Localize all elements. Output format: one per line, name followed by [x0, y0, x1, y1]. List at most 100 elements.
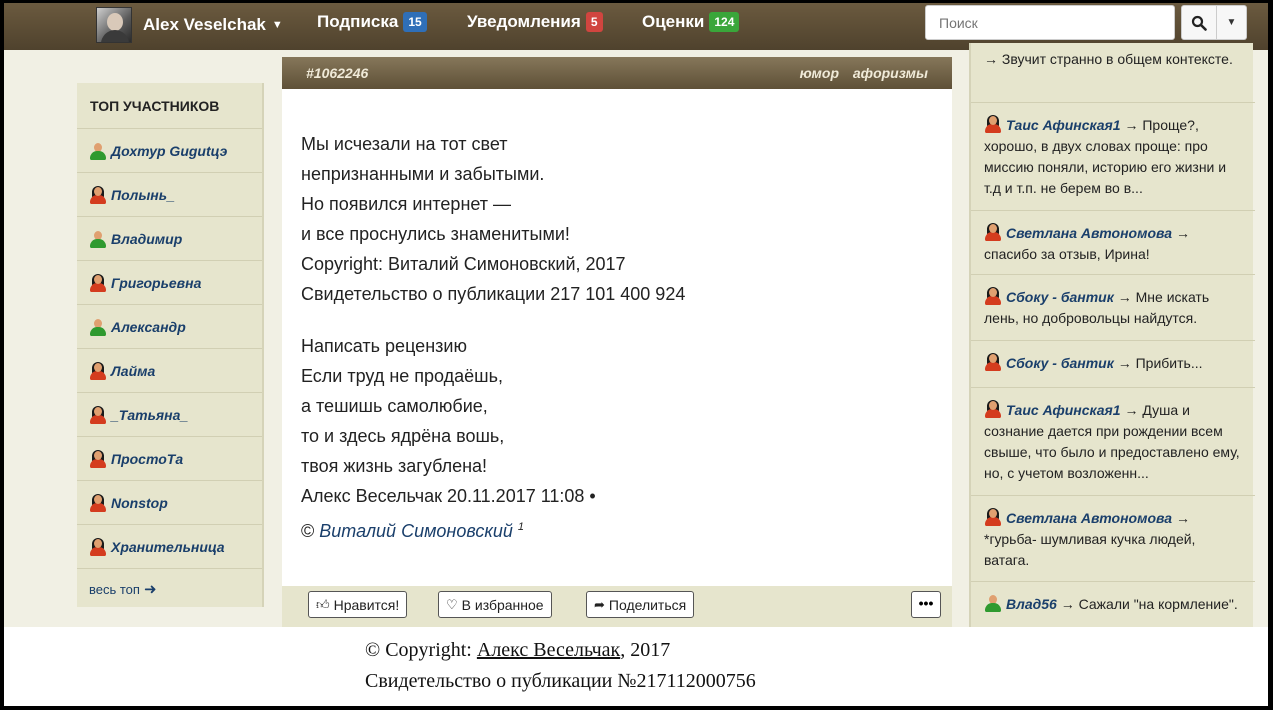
copyright-sign: © — [301, 521, 315, 541]
post-text-line: то и здесь ядрёна вошь, — [301, 426, 505, 446]
user-icon — [89, 405, 107, 424]
caret-down-icon[interactable]: ▼ — [272, 19, 283, 31]
recent-comments-panel: → Звучит странно в общем контексте. Таис … — [969, 43, 1255, 642]
user-icon — [984, 594, 1002, 612]
all-top-label: весь топ — [89, 581, 140, 597]
member-name[interactable]: Хранительница — [111, 539, 225, 555]
top-member-item[interactable]: Хранительница — [77, 525, 262, 569]
post-text-line: Если труд не продаёшь, — [301, 366, 503, 386]
member-name[interactable]: ПростоТа — [111, 451, 183, 467]
user-icon — [89, 537, 107, 556]
arrow-right-icon: ➜ — [143, 581, 157, 598]
post-body: Мы исчезали на тот свет непризнанными и з… — [282, 89, 952, 586]
comment-author[interactable]: Таис Афинская1 — [1006, 117, 1121, 133]
nav-subscription[interactable]: Подписка 15 — [317, 12, 427, 32]
comment-author[interactable]: Влад56 — [1006, 596, 1057, 612]
search-dropdown-button[interactable]: ▼ — [1217, 5, 1247, 40]
all-top-link[interactable]: весь топ ➜ — [77, 569, 262, 609]
user-icon — [984, 287, 1002, 305]
top-members-list: Дохтур Gugutцэ Полынь_ Владимир Григорьевна… — [77, 129, 262, 569]
comment-text[interactable]: → Прибить... — [1118, 355, 1203, 371]
more-button[interactable]: ••• — [911, 591, 941, 618]
search-icon — [1191, 15, 1207, 31]
user-icon — [89, 273, 107, 292]
nav-ratings[interactable]: Оценки 124 — [642, 12, 740, 32]
username[interactable]: Alex Veselchak — [143, 15, 266, 35]
like-label: Нравится! — [333, 596, 400, 613]
comment-item[interactable]: Сбоку - бантик → Мне искать лень, но доб… — [971, 275, 1255, 341]
comment-author[interactable]: Светлана Автономова — [1006, 510, 1172, 526]
top-members-title: ТОП УЧАСТНИКОВ — [77, 83, 262, 129]
copyright-author-link[interactable]: Алекс Весельчак — [477, 639, 620, 661]
comment-author[interactable]: Сбоку - бантик — [1006, 355, 1114, 371]
top-member-item[interactable]: Александр — [77, 305, 262, 349]
post-text-line: Copyright: Виталий Симоновский, 2017 — [301, 254, 626, 274]
member-name[interactable]: Григорьевна — [111, 275, 201, 291]
member-name[interactable]: Nonstop — [111, 495, 168, 511]
user-icon — [89, 185, 107, 204]
copyright-year: , 2017 — [620, 639, 671, 661]
comment-item[interactable]: Светлана Автономова → спасибо за отзыв, … — [971, 211, 1255, 275]
comment-text[interactable]: → Сажали "на кормление". — [1061, 596, 1238, 612]
copyright-prefix: © Copyright: — [365, 639, 472, 661]
post-tags: юмор афоризмы — [790, 65, 928, 81]
notifications-badge: 5 — [585, 12, 603, 32]
page-frame: Alex Veselchak ▼ Подписка 15 Уведомления… — [4, 3, 1268, 706]
nav-notifications-label: Уведомления — [467, 12, 581, 31]
member-name[interactable]: Владимир — [111, 231, 182, 247]
user-icon — [984, 353, 1002, 371]
comment-item[interactable]: Таис Афинская1 → Душа и сознание дается … — [971, 388, 1255, 496]
post-text-line: Написать рецензию — [301, 336, 467, 356]
avatar[interactable] — [96, 7, 132, 43]
post-actions: 👍︎ Нравится! ♡ В избранное ➦ Поделиться … — [282, 586, 952, 632]
tag-link[interactable]: афоризмы — [853, 65, 928, 81]
top-member-item[interactable]: ПростоТа — [77, 437, 262, 481]
user-menu[interactable]: Alex Veselchak ▼ — [96, 7, 283, 43]
comment-item[interactable]: → Звучит странно в общем контексте. — [971, 43, 1255, 103]
member-name[interactable]: Полынь_ — [111, 187, 175, 203]
post-author-link[interactable]: Виталий Симоновский — [319, 521, 513, 541]
comment-text[interactable]: → Звучит странно в общем контексте. — [984, 51, 1233, 67]
top-member-item[interactable]: Nonstop — [77, 481, 262, 525]
member-name[interactable]: _Татьяна_ — [111, 407, 188, 423]
member-name[interactable]: Лайма — [111, 363, 155, 379]
search-button[interactable] — [1181, 5, 1217, 40]
comment-author[interactable]: Светлана Автономова — [1006, 225, 1172, 241]
user-icon — [89, 361, 107, 380]
top-member-item[interactable]: _Татьяна_ — [77, 393, 262, 437]
top-member-item[interactable]: Григорьевна — [77, 261, 262, 305]
copyright-footer: © Copyright: Алекс Весельчак, 2017 Свиде… — [4, 627, 1268, 706]
favorite-button[interactable]: ♡ В избранное — [438, 591, 552, 618]
like-button[interactable]: 👍︎ Нравится! — [308, 591, 408, 618]
comment-item[interactable]: Таис Афинская1 → Проще?, хорошо, в двух … — [971, 103, 1255, 211]
member-name[interactable]: Дохтур Gugutцэ — [111, 143, 227, 159]
top-members-panel: ТОП УЧАСТНИКОВ Дохтур Gugutцэ Полынь_ Влад… — [77, 83, 264, 607]
post-text-block: Мы исчезали на тот свет непризнанными и з… — [301, 129, 685, 309]
post-text-line: твоя жизнь загублена! — [301, 456, 488, 476]
copyright-line: © Copyright: Алекс Весельчак, 2017 — [365, 639, 670, 662]
nav-subscription-label: Подписка — [317, 12, 399, 31]
post-text-line: непризнанными и забытыми. — [301, 164, 545, 184]
post-text-line: Свидетельство о публикации 217 101 400 9… — [301, 284, 686, 304]
search-input[interactable] — [925, 5, 1175, 40]
tag-link[interactable]: юмор — [800, 65, 839, 81]
comment-item[interactable]: Сбоку - бантик → Прибить... — [971, 341, 1255, 388]
member-name[interactable]: Александр — [111, 319, 186, 335]
heart-icon: ♡ — [446, 596, 458, 612]
author-superscript: 1 — [517, 521, 525, 533]
share-button[interactable]: ➦ Поделиться — [586, 591, 695, 618]
top-member-item[interactable]: Владимир — [77, 217, 262, 261]
post-id[interactable]: #1062246 — [306, 65, 368, 81]
nav-notifications[interactable]: Уведомления 5 — [467, 12, 603, 32]
top-member-item[interactable]: Полынь_ — [77, 173, 262, 217]
comment-item[interactable]: Светлана Автономова → *гурьба- шумливая … — [971, 496, 1255, 582]
top-member-item[interactable]: Дохтур Gugutцэ — [77, 129, 262, 173]
post-text-line: Но появился интернет — — [301, 194, 512, 214]
top-member-item[interactable]: Лайма — [77, 349, 262, 393]
post-text-line: Мы исчезали на тот свет — [301, 134, 508, 154]
user-icon — [984, 400, 1002, 418]
post-text-line: и все проснулись знаменитыми! — [301, 224, 570, 244]
user-icon — [984, 223, 1002, 241]
comment-author[interactable]: Таис Афинская1 — [1006, 402, 1121, 418]
comment-author[interactable]: Сбоку - бантик — [1006, 289, 1114, 305]
